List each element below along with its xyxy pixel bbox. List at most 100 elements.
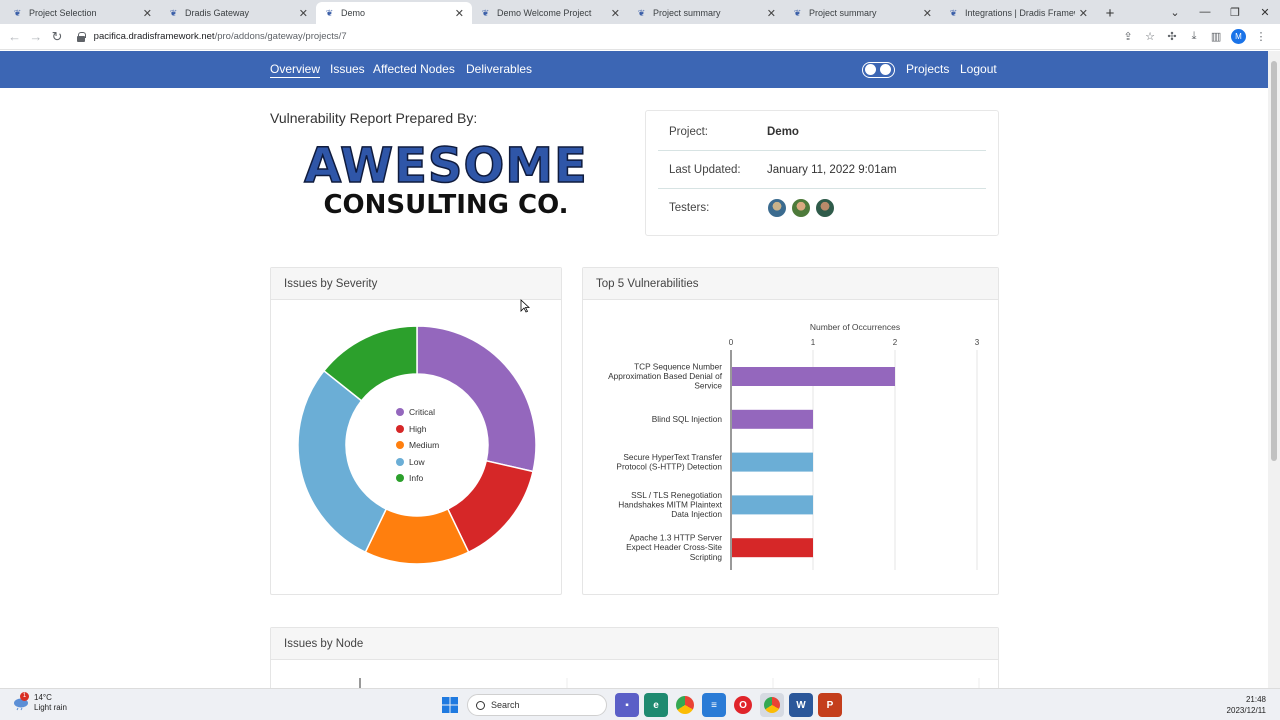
chevron-down-icon[interactable]: ⌄ [1160, 6, 1190, 19]
browser-tab[interactable]: ❦ Project summary ✕ [784, 2, 940, 24]
top5-chart-area: Number of Occurrences 0 1 2 3 TCP Sequence Nu… [583, 300, 998, 594]
avatar[interactable] [767, 198, 787, 218]
forward-icon[interactable]: → [25, 29, 46, 44]
weather-widget[interactable]: 1 14°C Light rain [12, 692, 67, 713]
back-icon[interactable]: ← [4, 29, 25, 44]
bookmark-star-icon[interactable]: ☆ [1139, 30, 1161, 43]
bar[interactable] [732, 409, 813, 429]
nav-deliverables[interactable]: Deliverables [466, 62, 532, 76]
legend-item-high[interactable]: High [396, 424, 426, 434]
scrollbar-thumb[interactable] [1271, 61, 1277, 461]
system-clock[interactable]: 21:48 2023/12/11 [1227, 694, 1266, 716]
window-controls: ⌄ — ❐ ✕ [1160, 0, 1280, 24]
donut-slice-low[interactable] [297, 369, 388, 554]
nav-projects[interactable]: Projects [906, 62, 949, 76]
nav-overview[interactable]: Overview [270, 62, 321, 78]
project-value: Demo [767, 125, 799, 138]
theme-toggle[interactable] [862, 62, 895, 78]
legend-item-low[interactable]: Low [396, 457, 425, 467]
browser-toolbar-right: ⇪ ☆ ✣ ⤓ ▥ M ⋮ [1117, 29, 1280, 44]
extensions-icon[interactable]: ✣ [1161, 30, 1183, 43]
new-tab-button[interactable]: + [1096, 2, 1124, 24]
category-label: TCP Sequence Number [634, 361, 722, 371]
opera-icon[interactable]: O [734, 696, 752, 714]
last-updated-row: Last Updated: January 11, 2022 9:01am [658, 151, 986, 189]
tab-close-icon[interactable]: ✕ [923, 7, 932, 20]
x-tick-label: 2 [893, 338, 898, 347]
url-host: pacifica.dradisframework.net [93, 31, 215, 42]
url-field[interactable]: pacifica.dradisframework.net/pro/addons/… [76, 27, 1117, 47]
taskbar-search[interactable]: Search [467, 694, 607, 716]
x-tick-label: 3 [975, 338, 980, 347]
chrome-active-icon[interactable] [760, 693, 784, 717]
browser-tab[interactable]: ❦ Dradis Gateway ✕ [160, 2, 316, 24]
notepad-icon[interactable]: ≡ [702, 693, 726, 717]
word-icon[interactable]: W [789, 693, 813, 717]
tab-close-icon[interactable]: ✕ [611, 7, 620, 20]
nav-affected-nodes[interactable]: Affected Nodes [373, 62, 455, 76]
node-chart-area [271, 660, 998, 688]
project-label: Project: [669, 125, 708, 138]
clock-time: 21:48 [1245, 695, 1266, 704]
reload-icon[interactable]: ↻ [46, 29, 67, 45]
nav-logout[interactable]: Logout [960, 62, 997, 76]
category-label: Protocol (S-HTTP) Detection [616, 461, 722, 471]
x-tick-label: 1 [811, 338, 816, 347]
tab-close-icon[interactable]: ✕ [143, 7, 152, 20]
tab-list: ❦ Project Selection ✕ ❦ Dradis Gateway ✕ ❦ Demo… [0, 0, 1096, 24]
category-label: SSL / TLS Renegotiation [631, 490, 722, 500]
category-label: Apache 1.3 HTTP Server [629, 533, 722, 543]
weather-condition: Light rain [34, 703, 67, 712]
nav-issues[interactable]: Issues [330, 62, 365, 76]
browser-tab[interactable]: ❦ Demo ✕ [316, 2, 472, 24]
legend-dot [396, 474, 404, 483]
tab-close-icon[interactable]: ✕ [299, 7, 308, 20]
node-panel-title: Issues by Node [271, 628, 998, 660]
page-scrollbar[interactable] [1268, 51, 1280, 688]
restore-icon[interactable]: ❐ [1220, 6, 1250, 19]
legend-item-medium[interactable]: Medium [396, 440, 439, 450]
close-icon[interactable]: ✕ [1250, 6, 1280, 19]
browser-tab-strip: ❦ Project Selection ✕ ❦ Dradis Gateway ✕ ❦ Demo… [0, 0, 1280, 24]
legend-item-critical[interactable]: Critical [396, 407, 435, 417]
edge-browser-icon[interactable]: e [644, 693, 668, 717]
start-windows-icon[interactable] [438, 693, 462, 717]
teams-chat-icon[interactable]: ▪ [615, 693, 639, 717]
tab-close-icon[interactable]: ✕ [1079, 7, 1088, 20]
taskbar-apps: Search ▪ e ≡ O W P [438, 693, 847, 717]
tab-close-icon[interactable]: ✕ [455, 7, 464, 20]
clock-date: 2023/12/11 [1226, 706, 1266, 715]
bar[interactable] [732, 452, 813, 472]
legend-item-info[interactable]: Info [396, 473, 423, 483]
browser-tab[interactable]: ❦ Project Selection ✕ [4, 2, 160, 24]
bar[interactable] [732, 538, 813, 558]
severity-panel: Issues by Severity Critical High Medium Low… [270, 267, 562, 595]
category-label: Blind SQL Injection [652, 414, 723, 424]
logo-line-2: CONSULTING CO. [323, 190, 568, 217]
minimize-icon[interactable]: — [1190, 6, 1220, 18]
tab-title: Demo Welcome Project [497, 8, 592, 18]
page-viewport: Overview Issues Affected Nodes Deliverab… [0, 51, 1268, 688]
chrome-icon[interactable] [676, 696, 694, 714]
address-bar: ← → ↻ pacifica.dradisframework.net/pro/a… [0, 24, 1280, 50]
bar[interactable] [732, 367, 895, 386]
menu-kebab-icon[interactable]: ⋮ [1250, 30, 1272, 43]
category-label: Expect Header Cross-Site [626, 542, 722, 552]
dradis-favicon-icon: ❦ [793, 7, 802, 18]
os-taskbar: 1 14°C Light rain Search ▪ e ≡ O W P 21:… [0, 688, 1280, 720]
share-icon[interactable]: ⇪ [1117, 30, 1139, 43]
project-row: Project: Demo [658, 113, 986, 151]
browser-tab[interactable]: ❦ Demo Welcome Project ✕ [472, 2, 628, 24]
profile-avatar[interactable]: M [1231, 29, 1247, 44]
avatar[interactable] [791, 198, 811, 218]
browser-tab[interactable]: ❦ Project summary ✕ [628, 2, 784, 24]
bar[interactable] [732, 495, 813, 515]
browser-tab[interactable]: ❦ Integrations | Dradis Framewo ✕ [940, 2, 1096, 24]
avatar[interactable] [815, 198, 835, 218]
tab-close-icon[interactable]: ✕ [767, 7, 776, 20]
download-icon[interactable]: ⤓ [1183, 30, 1205, 43]
powerpoint-icon[interactable]: P [818, 693, 842, 717]
side-panel-icon[interactable]: ▥ [1205, 30, 1227, 43]
logo-line-1: AWESOME [304, 138, 588, 194]
search-icon [476, 700, 485, 710]
